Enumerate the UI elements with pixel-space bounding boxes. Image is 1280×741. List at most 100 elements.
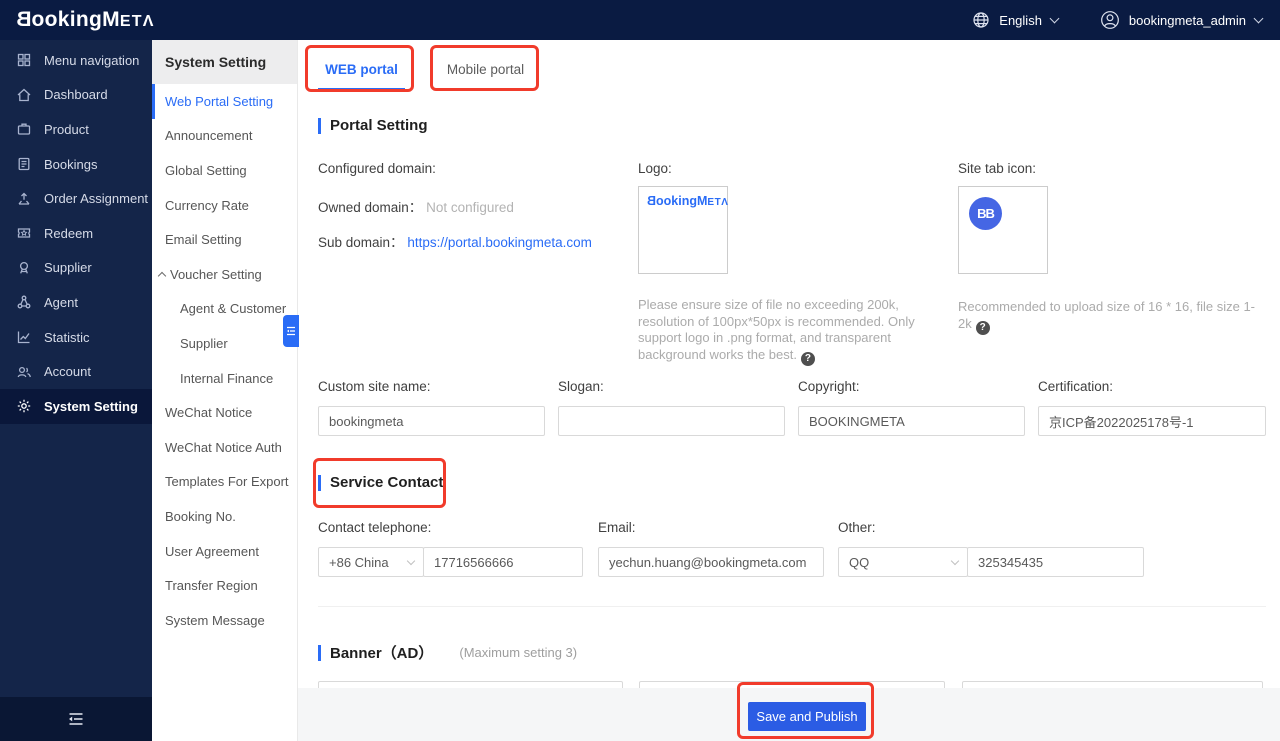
sidebar-item-product[interactable]: Product [0,112,152,147]
custom-site-name-input[interactable] [318,406,545,436]
certification-input[interactable] [1038,406,1266,436]
question-circle-icon[interactable]: ? [801,352,815,366]
sidebar-item-agent[interactable]: Agent [0,285,152,320]
section-title: Portal Setting [330,117,428,134]
sidebar-item-label: Redeem [44,226,93,241]
submenu-item-system-message[interactable]: System Message [152,603,297,638]
logo-help-text: Please ensure size of file no exceeding … [638,297,952,366]
save-and-publish-button[interactable]: Save and Publish [748,702,866,731]
logo-preview: BookingMETΛ [647,194,727,208]
medal-icon [16,260,32,276]
sidebar-item-redeem[interactable]: Redeem [0,216,152,251]
sub-domain-link[interactable]: https://portal.bookingmeta.com [407,235,592,250]
caret-up-icon [158,272,166,280]
briefcase-icon [16,121,32,137]
section-title: Banner（AD） [330,642,433,663]
section-accent-bar [318,118,321,134]
contact-telephone-label: Contact telephone: [318,520,431,535]
sidebar-item-bookings[interactable]: Bookings [0,147,152,182]
sidebar-collapse-button[interactable] [0,697,152,741]
submenu-item-email-setting[interactable]: Email Setting [152,222,297,257]
logo-help: Please ensure size of file no exceeding … [638,297,915,362]
chevron-down-icon [1254,13,1264,23]
submenu-item-wechat-notice-auth[interactable]: WeChat Notice Auth [152,430,297,465]
submenu-item-supplier[interactable]: Supplier [152,326,297,361]
settings-submenu: System Setting Web Portal Setting Announ… [152,40,298,741]
main-content [298,40,1280,741]
other-type-value: QQ [849,555,869,570]
site-icon-upload-box[interactable]: BB [958,186,1048,274]
section-divider [318,606,1266,607]
submenu-item-web-portal-setting[interactable]: Web Portal Setting [152,84,297,119]
submenu-item-templates-for-export[interactable]: Templates For Export [152,465,297,500]
submenu-item-agent-customer[interactable]: Agent & Customer [152,292,297,327]
logo-upload-box[interactable]: BookingMETΛ [638,186,728,274]
question-circle-icon[interactable]: ? [976,321,990,335]
sidebar-item-account[interactable]: Account [0,354,152,389]
sidebar-item-supplier[interactable]: Supplier [0,251,152,286]
submenu-item-wechat-notice[interactable]: WeChat Notice [152,395,297,430]
other-type-select[interactable]: QQ [838,547,968,577]
submenu-item-user-agreement[interactable]: User Agreement [152,534,297,569]
email-input[interactable] [598,547,824,577]
submenu-item-internal-finance[interactable]: Internal Finance [152,361,297,396]
logo-letter: M [102,8,120,31]
submenu-item-currency-rate[interactable]: Currency Rate [152,188,297,223]
favicon-letter: B [986,206,994,221]
site-icon-help-text: Recommended to upload size of 16 * 16, f… [958,299,1268,335]
user-avatar-icon [1100,10,1120,30]
section-accent-bar [318,645,321,661]
tab-web-portal[interactable]: WEB portal [318,52,405,88]
logo-letter: B [647,194,656,208]
network-icon [16,294,32,310]
panel-toggle-icon [286,326,296,336]
active-tab-underline [318,88,405,91]
other-label: Other: [838,520,876,535]
language-selector[interactable]: English [972,11,1058,29]
copyright-label: Copyright: [798,379,860,394]
menu-fold-icon [67,712,85,726]
telephone-input[interactable] [423,547,583,577]
sidebar-item-order-assignment[interactable]: Order Assignment [0,181,152,216]
submenu-item-label: Voucher Setting [170,267,262,282]
certification-label: Certification: [1038,379,1113,394]
ticket-icon [16,225,32,241]
banner-header: Banner（AD） (Maximum setting 3) [318,642,577,663]
grid-icon [16,52,32,68]
main-sidebar: Menu navigation Dashboard Product Bookin… [0,40,152,741]
sidebar-item-label: Dashboard [44,87,108,102]
sidebar-item-label: Menu navigation [44,53,139,68]
submenu-collapse-toggle[interactable] [283,315,299,347]
country-code-select[interactable]: +86 China [318,547,424,577]
sidebar-item-label: Bookings [44,157,97,172]
submenu-item-announcement[interactable]: Announcement [152,119,297,154]
site-icon-help: Recommended to upload size of 16 * 16, f… [958,299,1255,331]
section-accent-bar [318,475,321,491]
sidebar-item-system-setting[interactable]: System Setting [0,389,152,424]
slogan-label: Slogan: [558,379,604,394]
users-icon [16,364,32,380]
tab-mobile-portal[interactable]: Mobile portal [437,52,534,88]
username-label: bookingmeta_admin [1129,13,1246,28]
sidebar-item-statistic[interactable]: Statistic [0,320,152,355]
chart-icon [16,329,32,345]
submenu-item-voucher-setting[interactable]: Voucher Setting [152,257,297,292]
other-value-input[interactable] [967,547,1144,577]
sidebar-item-dashboard[interactable]: Dashboard [0,78,152,113]
chevron-down-icon [1049,13,1059,23]
logo-letters: ooking [656,194,697,208]
logo-letter: B [16,0,31,40]
slogan-input[interactable] [558,406,785,436]
email-label: Email: [598,520,636,535]
user-menu[interactable]: bookingmeta_admin [1100,10,1262,30]
submenu-item-transfer-region[interactable]: Transfer Region [152,568,297,603]
country-code-value: +86 China [329,555,389,570]
configured-domain-label: Configured domain: [318,161,436,176]
submenu-item-global-setting[interactable]: Global Setting [152,153,297,188]
sidebar-item-menu-navigation[interactable]: Menu navigation [0,43,152,78]
globe-icon [972,11,990,29]
sidebar-item-label: Product [44,122,89,137]
copyright-input[interactable] [798,406,1025,436]
sub-domain-row: Sub domain： https://portal.bookingmeta.c… [318,231,592,251]
submenu-item-booking-no[interactable]: Booking No. [152,499,297,534]
